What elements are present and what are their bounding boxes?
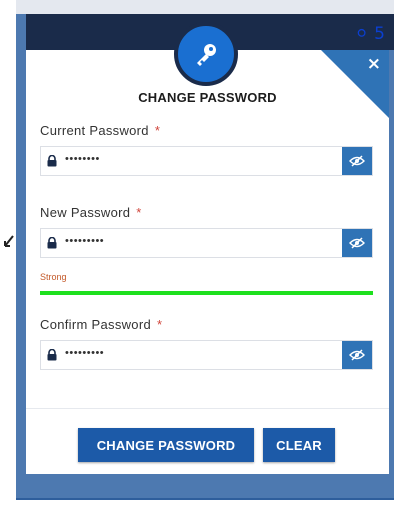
required-mark: * [157, 317, 163, 332]
eye-slash-icon [349, 155, 365, 167]
required-mark: * [154, 123, 161, 138]
current-password-value: •••••••• [65, 153, 100, 165]
new-password-value: ••••••••• [65, 235, 105, 247]
new-password-input[interactable]: ••••••••• [40, 228, 373, 258]
current-password-label-text: Current Password [40, 123, 149, 138]
pointer-arrow-icon [4, 235, 14, 247]
page-top-strip [16, 0, 394, 14]
password-strength-label: Strong [40, 272, 67, 282]
eye-slash-icon [349, 349, 365, 361]
current-password-label: Current Password * [40, 123, 160, 138]
toggle-visibility-button[interactable] [342, 341, 372, 369]
change-password-dialog: ⚪ 5 × CHANGE PASSWORD Current Password * … [26, 22, 389, 474]
required-mark: * [136, 205, 142, 220]
toggle-visibility-button[interactable] [342, 147, 372, 175]
new-password-label-text: New Password [40, 205, 131, 220]
close-icon[interactable]: × [367, 56, 381, 73]
toggle-visibility-button[interactable] [342, 229, 372, 257]
clear-button[interactable]: CLEAR [263, 428, 335, 462]
lock-icon [47, 349, 57, 361]
key-icon [197, 44, 216, 66]
footer-divider [26, 408, 389, 409]
lock-icon [47, 155, 57, 167]
lock-icon [47, 237, 57, 249]
new-password-label: New Password * [40, 205, 142, 220]
bottom-strip [16, 498, 394, 507]
password-strength-bar [40, 291, 373, 295]
eye-slash-icon [349, 237, 365, 249]
confirm-password-value: ••••••••• [65, 347, 105, 359]
change-password-button[interactable]: CHANGE PASSWORD [78, 428, 254, 462]
confirm-password-input[interactable]: ••••••••• [40, 340, 373, 370]
confirm-password-label: Confirm Password * [40, 317, 162, 332]
key-badge [174, 22, 238, 86]
dialog-title: CHANGE PASSWORD [138, 90, 277, 105]
notification-badge[interactable]: ⚪ 5 [355, 24, 385, 44]
current-password-input[interactable]: •••••••• [40, 146, 373, 176]
confirm-password-label-text: Confirm Password [40, 317, 151, 332]
